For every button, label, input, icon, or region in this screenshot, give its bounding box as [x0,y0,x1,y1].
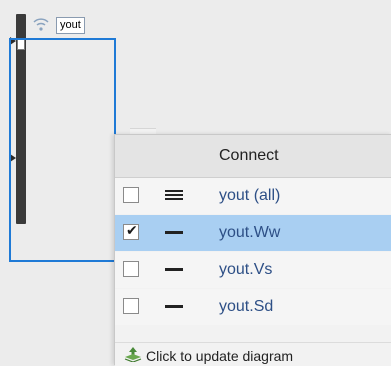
signal-checkbox[interactable]: ✔ [123,223,139,240]
signal-checkbox[interactable] [123,187,139,203]
multi-line-icon [165,190,183,201]
single-line-icon [165,231,183,234]
signal-option-row[interactable]: ✔ yout.Ww [115,215,391,251]
signal-option-label: yout.Vs [219,261,273,278]
signal-option-label: yout.Ww [219,224,281,241]
connect-popup: Connect yout (all) ✔ yout.Ww yout.Vs you… [114,134,391,366]
signal-checkbox[interactable] [123,298,139,314]
wifi-signal-icon[interactable] [31,14,51,34]
signal-option-row[interactable]: yout (all) [115,178,391,214]
diagram-update-icon [124,347,142,362]
signal-option-label: yout.Sd [219,298,274,315]
update-diagram-link[interactable]: Click to update diagram [115,342,391,366]
single-line-icon [165,268,183,271]
signal-option-label: yout (all) [219,187,281,204]
single-line-icon [165,305,183,308]
subsystem-block[interactable] [9,38,116,262]
signal-checkbox[interactable] [123,261,139,277]
popup-header: Connect [115,135,391,178]
checkmark-icon: ✔ [126,223,138,239]
signal-option-row[interactable]: yout.Vs [115,252,391,288]
signal-label[interactable]: yout [56,17,85,34]
popup-title: Connect [219,147,279,164]
update-diagram-label: Click to update diagram [146,348,294,364]
signal-option-row[interactable]: yout.Sd [115,289,391,325]
